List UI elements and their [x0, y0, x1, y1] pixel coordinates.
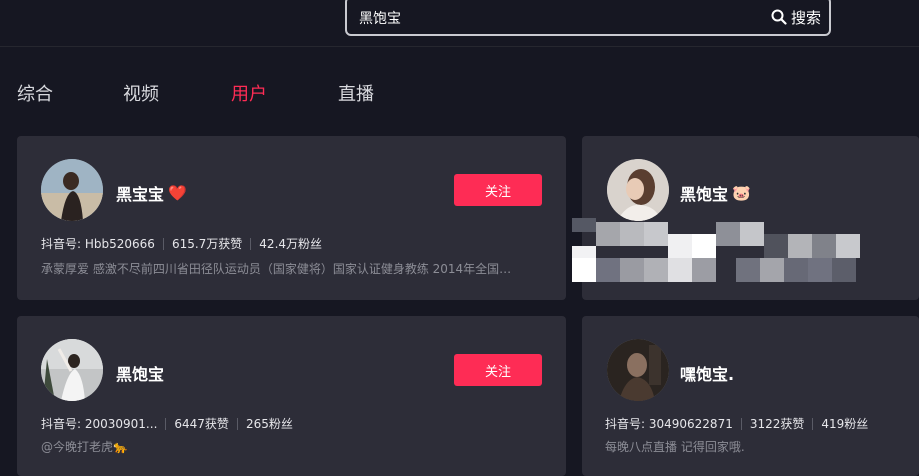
user-name-text: 黑宝宝 [116, 185, 165, 204]
user-name[interactable]: 黑饱宝 🐷 [680, 181, 751, 205]
follow-button[interactable]: 关注 [454, 174, 542, 206]
avatar-image [41, 339, 103, 401]
avatar[interactable] [41, 339, 103, 401]
avatar[interactable] [41, 159, 103, 221]
user-name-text: 黑饱宝 [116, 365, 165, 384]
search-icon [771, 9, 787, 25]
tab-live[interactable]: 直播 [338, 80, 374, 106]
search-box: 搜索 [345, 0, 831, 36]
divider [812, 417, 814, 430]
divider [236, 417, 238, 430]
divider [740, 417, 742, 430]
avatar-image [607, 339, 669, 401]
top-bar: 搜索 [0, 0, 919, 47]
divider [165, 417, 167, 430]
user-name-text: 嘿饱宝. [680, 365, 735, 384]
follow-button[interactable]: 关注 [454, 354, 542, 386]
avatar[interactable] [607, 339, 669, 401]
tab-videos[interactable]: 视频 [123, 80, 159, 106]
user-card[interactable]: 黑宝宝 ❤️ 关注 抖音号: Hbb520666 615.7万获赞 42.4万粉… [17, 136, 566, 300]
douyin-id: 抖音号: 30490622871 [605, 417, 733, 431]
user-stats: 抖音号: 20030901... 6447获赞 265粉丝 [41, 415, 293, 432]
followers-count: 265粉丝 [245, 417, 293, 431]
avatar[interactable] [607, 159, 669, 221]
result-tabs: 综合 视频 用户 直播 [0, 80, 919, 108]
user-name-text: 黑饱宝 [680, 185, 729, 204]
douyin-id: 抖音号: Hbb520666 [41, 237, 155, 251]
divider [250, 237, 252, 250]
search-button-label: 搜索 [790, 8, 821, 27]
divider [162, 237, 164, 250]
avatar-image [607, 159, 669, 221]
user-card[interactable]: 黑饱宝 关注 抖音号: 20030901... 6447获赞 265粉丝 @今晚… [17, 316, 566, 476]
user-name[interactable]: 黑饱宝 [116, 361, 164, 385]
blurred-content [572, 218, 860, 286]
pig-icon: 🐷 [732, 184, 751, 202]
user-name[interactable]: 黑宝宝 ❤️ [116, 181, 187, 205]
likes-count: 3122获赞 [749, 417, 805, 431]
douyin-id: 抖音号: 20030901... [41, 417, 158, 431]
user-stats: 抖音号: Hbb520666 615.7万获赞 42.4万粉丝 [41, 235, 322, 252]
likes-count: 615.7万获赞 [171, 237, 243, 251]
user-bio: 承蒙厚爱 感激不尽前四川省田径队运动员（国家健将）国家认证健身教练 2014年全… [41, 262, 512, 276]
likes-count: 6447获赞 [174, 417, 229, 431]
user-card[interactable]: 嘿饱宝. 抖音号: 30490622871 3122获赞 419粉丝 每晚八点直… [582, 316, 919, 476]
followers-count: 419粉丝 [821, 417, 869, 431]
search-input[interactable] [359, 7, 739, 29]
search-button[interactable]: 搜索 [771, 5, 821, 29]
followers-count: 42.4万粉丝 [259, 237, 323, 251]
user-name[interactable]: 嘿饱宝. [680, 361, 734, 385]
tab-users[interactable]: 用户 [231, 80, 267, 106]
user-bio: @今晚打老虎🐆 [41, 440, 128, 454]
heart-icon: ❤️ [168, 184, 187, 202]
avatar-image [41, 159, 103, 221]
user-stats: 抖音号: 30490622871 3122获赞 419粉丝 [605, 415, 868, 432]
user-bio: 每晚八点直播 记得回家哦. [605, 440, 745, 454]
tab-comprehensive[interactable]: 综合 [17, 80, 53, 106]
